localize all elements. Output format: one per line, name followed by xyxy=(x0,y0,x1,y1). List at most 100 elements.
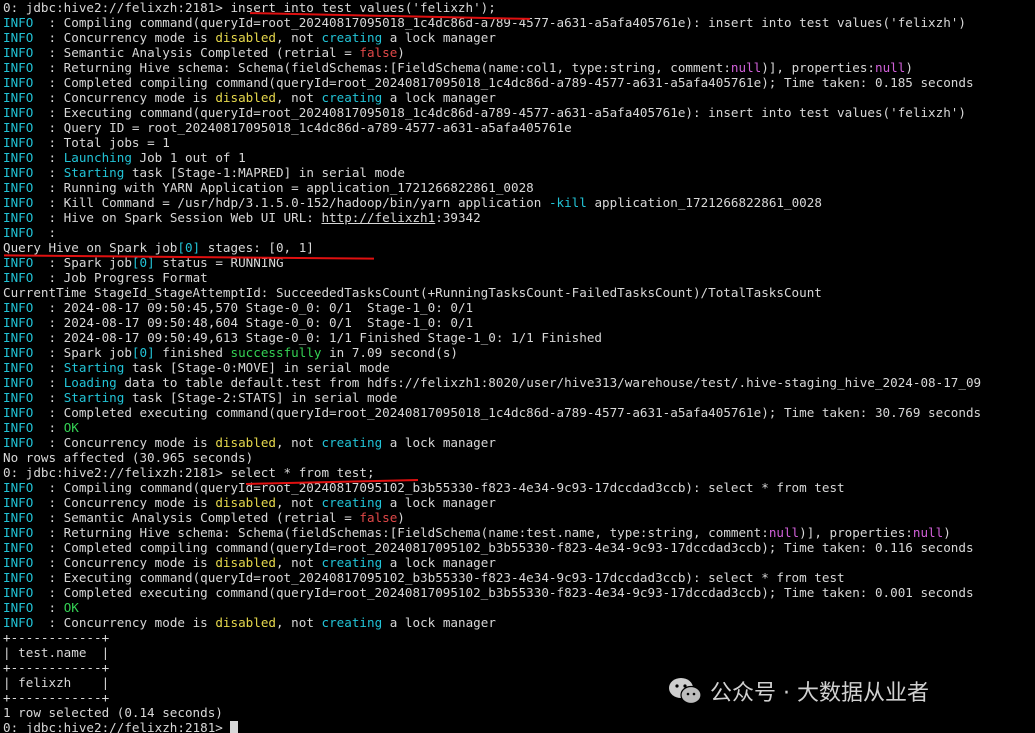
wechat-icon xyxy=(669,678,702,705)
log-level: INFO xyxy=(3,480,34,495)
line-text: : Total jobs = 1 xyxy=(33,135,170,150)
line-text: Job 1 out of 1 xyxy=(131,150,246,165)
line-text: OK xyxy=(63,600,79,615)
log-level: INFO xyxy=(3,195,34,210)
line-text: : Concurrency mode is xyxy=(33,495,216,510)
line-text: , not xyxy=(276,555,322,570)
terminal-line-log: INFO : Returning Hive schema: Schema(fie… xyxy=(3,60,1035,75)
terminal-line-log: INFO : Kill Command = /usr/hdp/3.1.5.0-1… xyxy=(3,195,1035,210)
line-text: : Job Progress Format xyxy=(33,270,208,285)
line-text: , not xyxy=(276,30,322,45)
terminal-line-log: INFO : Semantic Analysis Completed (retr… xyxy=(3,45,1035,60)
line-text: : Query ID = root_20240817095018_1c4dc86… xyxy=(33,120,572,135)
log-level: INFO xyxy=(3,135,34,150)
line-text: creating xyxy=(321,615,383,630)
log-level: INFO xyxy=(3,375,34,390)
terminal-line-log: INFO : OK xyxy=(3,420,1035,435)
terminal-line-table: +------------+ xyxy=(3,630,1035,645)
line-text: : Semantic Analysis Completed (retrial = xyxy=(33,510,360,525)
log-level: INFO xyxy=(3,45,34,60)
line-text: : Executing command(queryId=root_2024081… xyxy=(33,105,966,120)
log-level: INFO xyxy=(3,30,34,45)
line-text: false xyxy=(359,510,398,525)
log-level: INFO xyxy=(3,390,34,405)
line-text: Starting xyxy=(63,360,125,375)
terminal-line-log: INFO : 2024-08-17 09:50:49,613 Stage-0_0… xyxy=(3,330,1035,345)
line-text: :39342 xyxy=(435,210,481,225)
line-text: : 2024-08-17 09:50:48,604 Stage-0_0: 0/1… xyxy=(33,315,474,330)
line-text: )], properties: xyxy=(799,525,913,540)
terminal-line-log: INFO : Returning Hive schema: Schema(fie… xyxy=(3,525,1035,540)
line-text: : Spark job xyxy=(33,345,132,360)
log-level: INFO xyxy=(3,180,34,195)
terminal-line-log: INFO : Completed executing command(query… xyxy=(3,585,1035,600)
line-text: Query Hive on Spark job xyxy=(3,240,178,255)
line-text[interactable]: http://felixzh1 xyxy=(321,210,435,225)
line-text: a lock manager xyxy=(382,615,496,630)
line-text: a lock manager xyxy=(382,495,496,510)
line-text: data to table default.test from hdfs://f… xyxy=(116,375,982,390)
log-level: INFO xyxy=(3,405,34,420)
line-text: , not xyxy=(276,495,322,510)
line-text: , not xyxy=(276,90,322,105)
line-text: creating xyxy=(321,495,383,510)
line-text: successfully xyxy=(230,345,322,360)
line-text: [0] xyxy=(131,345,155,360)
line-text: : Completed compiling command(queryId=ro… xyxy=(33,75,974,90)
line-text: : xyxy=(33,360,64,375)
terminal-line-log: INFO : Query ID = root_20240817095018_1c… xyxy=(3,120,1035,135)
terminal-line-log: INFO : Concurrency mode is disabled, not… xyxy=(3,30,1035,45)
line-text: OK xyxy=(63,420,79,435)
log-level: INFO xyxy=(3,315,34,330)
line-text: in 7.09 second(s) xyxy=(321,345,458,360)
terminal-line-plain: No rows affected (30.965 seconds) xyxy=(3,450,1035,465)
terminal-line-log: INFO : Completed compiling command(query… xyxy=(3,75,1035,90)
log-level: INFO xyxy=(3,330,34,345)
line-text: : Returning Hive schema: Schema(fieldSch… xyxy=(33,60,731,75)
log-level: INFO xyxy=(3,495,34,510)
line-text: : xyxy=(33,165,64,180)
line-text: creating xyxy=(321,555,383,570)
line-text: : Completed compiling command(queryId=ro… xyxy=(33,540,974,555)
line-text: +------------+ xyxy=(3,660,110,675)
line-text: : Hive on Spark Session Web UI URL: xyxy=(33,210,322,225)
terminal-line-log: INFO : Executing command(queryId=root_20… xyxy=(3,570,1035,585)
line-text: : Executing command(queryId=root_2024081… xyxy=(33,570,845,585)
line-text: : Concurrency mode is xyxy=(33,555,216,570)
terminal-line-log: INFO : Semantic Analysis Completed (retr… xyxy=(3,510,1035,525)
terminal-line-plain: CurrentTime StageId_StageAttemptId: Succ… xyxy=(3,285,1035,300)
line-text: Launching xyxy=(63,150,132,165)
terminal-line-log: INFO : xyxy=(3,225,1035,240)
line-text: | felixzh | xyxy=(3,675,110,690)
watermark: 公众号 · 大数据从业者 xyxy=(668,674,929,708)
line-text: a lock manager xyxy=(382,555,496,570)
line-text: : Semantic Analysis Completed (retrial = xyxy=(33,45,360,60)
line-text: : Completed executing command(queryId=ro… xyxy=(33,585,974,600)
line-text: a lock manager xyxy=(382,30,496,45)
log-level: INFO xyxy=(3,540,34,555)
terminal-output[interactable]: 0: jdbc:hive2://felixzh:2181> insert int… xyxy=(3,0,1035,733)
log-level: INFO xyxy=(3,75,34,90)
terminal-line-log: INFO : Completed executing command(query… xyxy=(3,405,1035,420)
log-level: INFO xyxy=(3,570,34,585)
log-level: INFO xyxy=(3,255,34,270)
line-text: : 2024-08-17 09:50:49,613 Stage-0_0: 1/1… xyxy=(33,330,603,345)
line-text: creating xyxy=(321,90,383,105)
terminal-line-table: +------------+ xyxy=(3,660,1035,675)
line-text: 1 row selected (0.14 seconds) xyxy=(3,705,223,720)
log-level: INFO xyxy=(3,345,34,360)
line-text: ) xyxy=(905,60,913,75)
line-text: Starting xyxy=(63,390,125,405)
log-level: INFO xyxy=(3,120,34,135)
line-text: stages: [0, 1] xyxy=(200,240,314,255)
log-level: INFO xyxy=(3,510,34,525)
terminal-line-log: INFO : Running with YARN Application = a… xyxy=(3,180,1035,195)
terminal-line-log: INFO : Concurrency mode is disabled, not… xyxy=(3,435,1035,450)
log-level: INFO xyxy=(3,225,34,240)
terminal-line-log: INFO : Executing command(queryId=root_20… xyxy=(3,105,1035,120)
line-text: disabled xyxy=(215,615,276,630)
terminal-line-log: INFO : Starting task [Stage-2:STATS] in … xyxy=(3,390,1035,405)
terminal-line-plain: Query Hive on Spark job[0] stages: [0, 1… xyxy=(3,240,1035,255)
line-text: -kill xyxy=(548,195,587,210)
log-level: INFO xyxy=(3,435,34,450)
